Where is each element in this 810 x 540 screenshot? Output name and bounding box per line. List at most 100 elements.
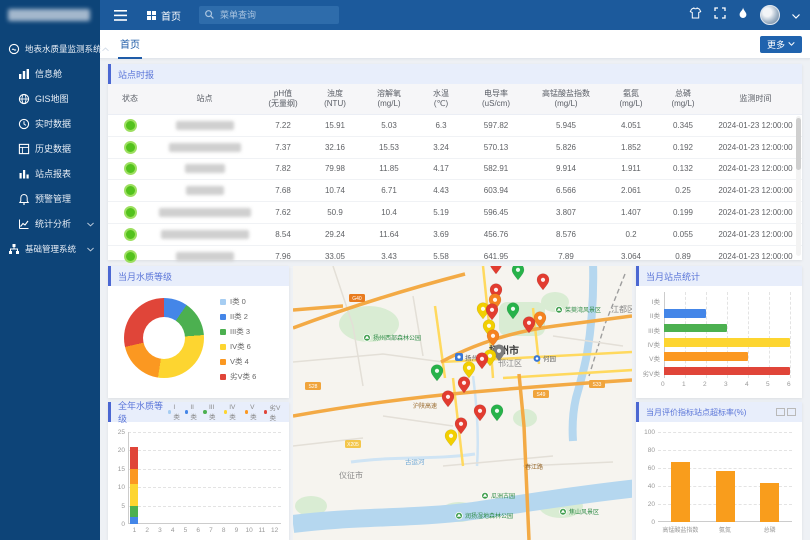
exceedance-chart: 020406080100高锰酸盐指数氨氮总磷 [658,432,792,522]
legend-item[interactable]: III类 3 [220,324,256,339]
map-label: 沪陕高速 [413,402,437,410]
cell-value: 3.064 [605,252,657,261]
sidebar-item-站点报表[interactable]: 站点报表 [0,161,100,186]
station-name-redacted [176,252,234,261]
sidebar-item-预警管理[interactable]: 预警管理 [0,186,100,211]
sidebar-group-label: 地表水质量监测系统 [25,43,102,55]
legend-item[interactable]: II类 [185,402,200,422]
hbar-劣V类 [664,367,790,376]
column-header-高锰酸盐指数: 高锰酸盐指数(mg/L) [527,84,605,114]
sidebar-item-统计分析[interactable]: 统计分析 [0,211,100,236]
tab-home[interactable]: 首页 [118,29,142,59]
station-map[interactable]: G40S28S49X205S33扬州市邗江区江都区仪征市扬州站何园古运河春江路沪… [293,266,632,540]
station-name-redacted [186,186,224,195]
stack-segment-V类 [130,469,138,484]
cell-value: 7.62 [257,208,309,217]
cell-value: 15.53 [361,143,417,152]
cell-value: 9.914 [527,164,605,173]
column-header-状态: 状态 [108,84,152,114]
year-quality-panel: 全年水质等级 I类II类III类IV类V类劣V类 051015202512345… [108,402,289,540]
hamburger-menu-icon[interactable] [114,10,127,21]
status-dot-normal [124,162,137,175]
sidebar-item-信息舱[interactable]: 信息舱 [0,61,100,86]
cell-value: 456.76 [465,230,527,239]
cell-value: 7.37 [257,143,309,152]
user-avatar[interactable] [760,5,780,25]
breadcrumb[interactable]: 首页 [161,8,181,23]
legend-item[interactable]: IV类 6 [220,339,256,354]
map-label: 茱萸湾风景区 [565,306,601,314]
cell-value: 641.95 [465,252,527,261]
cell-value: 1.407 [605,208,657,217]
panel-title-station-report: 站点时报 [108,64,802,84]
flame-icon[interactable] [738,6,748,24]
cell-value: 10.74 [309,186,361,195]
cell-value: 32.16 [309,143,361,152]
bar-总磷 [760,483,779,522]
cell-value: 7.89 [527,252,605,261]
cell-value: 7.96 [257,252,309,261]
cell-value: 8.576 [527,230,605,239]
column-header-pH值: pH值(无量纲) [257,84,309,114]
sidebar-group-1[interactable]: 基础管理系统 [0,236,100,261]
table-row: 8.5429.2411.643.69456.768.5760.20.055202… [108,224,802,246]
column-header-氨氮: 氨氮(mg/L) [605,84,657,114]
map-label: 润扬湿地森林公园 [465,512,513,520]
cell-value: 8.54 [257,230,309,239]
map-label: 何园 [543,354,556,363]
search-input[interactable] [218,9,322,21]
cell-value: 11.85 [361,164,417,173]
sidebar-item-label: GIS地图 [35,92,69,105]
chevron-down-icon [87,244,94,254]
fullscreen-icon[interactable] [714,6,726,24]
sidebar-item-实时数据[interactable]: 实时数据 [0,111,100,136]
legend-item[interactable]: V类 [245,402,260,422]
year-legend: I类 II类III类 IV类V类劣V类 [168,402,289,422]
more-button[interactable]: 更多 [760,36,802,53]
cell-value: 582.91 [465,164,527,173]
apps-grid-icon[interactable] [147,11,156,20]
cell-time: 2024-01-23 12:00:00 [709,208,802,217]
cell-value: 5.03 [361,121,417,130]
user-chevron-down-icon[interactable] [792,6,800,24]
table-row: 7.9633.053.435.58641.957.893.0640.892024… [108,246,802,268]
table-scrollbar-thumb[interactable] [796,118,801,170]
station-name-redacted [161,230,249,239]
donut-legend: I类 0II类 2III类 3IV类 6V类 4劣V类 6 [220,294,256,384]
legend-item[interactable]: V类 4 [220,354,256,369]
cell-value: 5.19 [417,208,465,217]
search-icon [205,6,214,24]
chevron-down-icon [87,219,94,229]
cell-value: 596.45 [465,208,527,217]
legend-item[interactable]: I类 [168,402,181,422]
sidebar-group-0[interactable]: 地表水质量监测系统 [0,36,100,61]
column-header-监测时间: 监测时间 [709,84,802,114]
column-header-站点: 站点 [152,84,257,114]
cell-value: 3.69 [417,230,465,239]
station-name-redacted [185,164,225,173]
legend-item[interactable]: II类 2 [220,309,256,324]
cell-value: 0.25 [657,186,709,195]
legend-item[interactable]: 劣V类 6 [220,369,256,384]
map-label: 春江路 [525,463,543,471]
cell-value: 10.4 [361,208,417,217]
cell-value: 1.911 [605,164,657,173]
legend-item[interactable]: 劣V类 [264,402,285,422]
station-name-redacted [176,121,234,130]
hbar-II类 [664,309,706,318]
legend-item[interactable]: III类 [203,402,219,422]
theme-skin-icon[interactable] [689,6,702,24]
chart-toolbox-icon[interactable] [776,408,796,416]
legend-item[interactable]: IV类 [224,402,241,422]
map-label: 古运河 [405,457,425,466]
sidebar-item-历史数据[interactable]: 历史数据 [0,136,100,161]
station-name-redacted [169,143,241,152]
cell-time: 2024-01-23 12:00:00 [709,164,802,173]
cell-value: 7.22 [257,121,309,130]
alarm-icon [18,193,30,205]
svg-text:X205: X205 [347,442,359,448]
legend-item[interactable]: I类 0 [220,294,256,309]
cell-value: 2.061 [605,186,657,195]
sidebar-item-GIS地图[interactable]: GIS地图 [0,86,100,111]
status-dot-normal [124,141,137,154]
